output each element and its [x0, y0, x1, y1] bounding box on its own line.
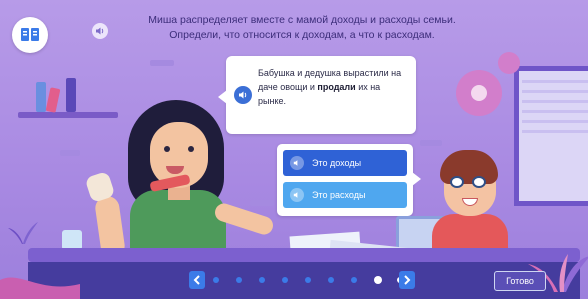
cup [62, 230, 82, 250]
option-label: Это расходы [312, 190, 366, 200]
window-blind [522, 130, 588, 133]
mom-eye [188, 146, 194, 152]
page-dot[interactable] [259, 277, 265, 283]
answer-options: Это доходы Это расходы [277, 144, 421, 216]
window-blind [522, 110, 588, 113]
bubble-audio-button[interactable] [234, 86, 252, 104]
book-icon [21, 28, 39, 41]
gear-decoration [456, 70, 502, 116]
boy-glasses [450, 176, 464, 188]
boy-hair [440, 150, 498, 184]
wall-brick [150, 60, 174, 66]
boy-glasses [472, 176, 486, 188]
speech-bubble: Бабушка и дедушка вырастили на даче овощ… [218, 56, 416, 134]
instruction-line: Миша распределяет вместе с мамой доходы … [148, 14, 456, 26]
speaker-icon [239, 91, 247, 99]
window-blind [522, 100, 588, 103]
gear-decoration [498, 52, 520, 74]
wall-brick [250, 200, 274, 206]
desk-top [28, 248, 580, 262]
speaker-icon[interactable] [290, 156, 304, 170]
option-label: Это доходы [312, 158, 362, 168]
chevron-left-icon [193, 275, 200, 285]
window-blind [522, 90, 588, 93]
instruction-audio-button[interactable] [92, 23, 108, 39]
page-dot[interactable] [351, 277, 357, 283]
page-dot[interactable] [282, 277, 288, 283]
page-dot[interactable] [213, 277, 219, 283]
page-dot[interactable] [305, 277, 311, 283]
wall-brick [420, 140, 442, 146]
speaker-icon[interactable] [290, 188, 304, 202]
speaker-icon [96, 27, 104, 35]
bubble-text: Бабушка и дедушка вырастили на даче овощ… [258, 66, 408, 108]
option-income[interactable]: Это доходы [283, 150, 407, 176]
window-blind [522, 120, 588, 123]
page-dot[interactable] [328, 277, 334, 283]
next-page-button[interactable] [399, 271, 415, 289]
shelf-book [66, 78, 76, 112]
plant-decoration [8, 222, 38, 244]
prev-page-button[interactable] [189, 271, 205, 289]
chevron-right-icon [404, 275, 411, 285]
window-blind [522, 80, 588, 83]
textbook-button[interactable] [12, 17, 48, 53]
page-dot[interactable] [236, 277, 242, 283]
window [514, 66, 588, 206]
bubble-text-bold: продали [317, 82, 356, 92]
shelf-book [36, 82, 46, 112]
wall-shelf [18, 112, 118, 118]
wall-brick [60, 150, 80, 156]
option-expense[interactable]: Это расходы [283, 182, 407, 208]
instruction-line: Определи, что относится к доходам, а что… [169, 29, 435, 41]
page-dot[interactable] [374, 276, 382, 284]
instruction-text: Миша распределяет вместе с мамой доходы … [112, 13, 492, 43]
mom-eye [164, 146, 170, 152]
wave-decoration [0, 277, 80, 299]
shelf-book [45, 87, 61, 113]
done-button[interactable]: Готово [494, 271, 546, 291]
exercise-scene: Миша распределяет вместе с мамой доходы … [0, 0, 588, 299]
